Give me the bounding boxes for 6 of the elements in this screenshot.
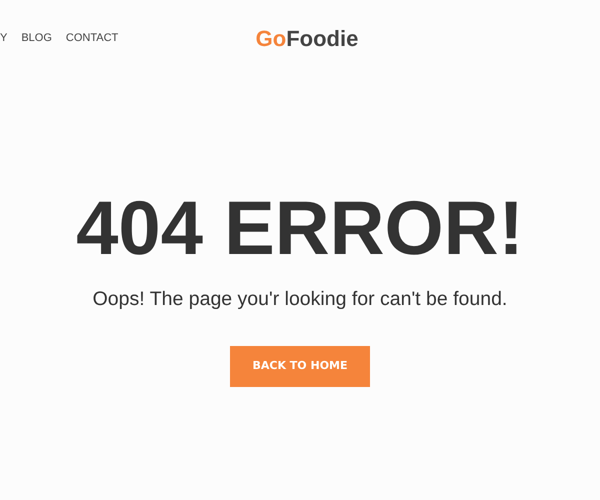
- error-title: 404 ERROR!: [75, 191, 525, 267]
- nav-link[interactable]: BLOG: [21, 30, 52, 46]
- nav-link[interactable]: CONTACT: [66, 30, 118, 46]
- logo[interactable]: GoFoodie: [242, 26, 358, 51]
- error-message: Oops! The page you'r looking for can't be found.: [92, 287, 508, 312]
- nav-link[interactable]: Y: [0, 30, 8, 46]
